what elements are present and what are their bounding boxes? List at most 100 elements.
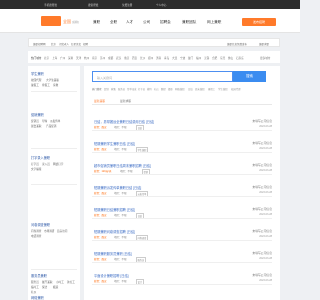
top-link-user-center[interactable]: 个人中心 — [156, 3, 166, 7]
city-link[interactable]: 长沙 — [140, 56, 145, 60]
category-link[interactable]: 大学生兼职 — [46, 78, 59, 82]
city-link[interactable]: 宁波 — [180, 56, 185, 60]
hot-tag[interactable]: 日结 — [188, 87, 193, 91]
tab-latest-seekers[interactable]: 最新求职 — [120, 99, 131, 103]
category-link[interactable]: 暑假工 — [31, 83, 39, 87]
category-link[interactable]: 录入员 — [42, 162, 50, 166]
category-link[interactable]: 电话调查 — [31, 234, 41, 238]
category-link[interactable]: 小时工 — [56, 280, 64, 284]
site-logo[interactable] — [41, 16, 61, 26]
city-link[interactable]: 郑州 — [148, 56, 153, 60]
nav-fulltime[interactable]: 全职 — [110, 20, 117, 25]
category-link[interactable]: 寒假工 — [42, 83, 50, 87]
notice-item[interactable]: 兼职信息免费发布 — [227, 42, 247, 46]
city-link[interactable]: 合肥 — [212, 56, 217, 60]
top-link-mobile[interactable]: 手机搜帮谁 — [44, 3, 57, 7]
nav-parttime[interactable]: 兼职 — [93, 20, 100, 25]
job-title-link[interactable]: 日结，男帮搬运全兼职日结费用日结 [日结] — [94, 119, 154, 124]
city-link[interactable]: 青岛 — [164, 56, 169, 60]
notice-item[interactable]: 北京 — [51, 42, 56, 46]
category-link[interactable]: 展会兼职 — [31, 124, 41, 128]
hot-tag[interactable]: 传单派发 — [127, 87, 137, 91]
category-link[interactable]: 导购 — [42, 119, 47, 123]
category-title[interactable]: 打字录入兼职 — [31, 155, 50, 160]
category-title[interactable]: 促销兼职 — [31, 112, 44, 117]
category-title[interactable]: 学生兼职 — [31, 71, 44, 76]
search-input[interactable]: 输入关键词 — [92, 71, 233, 82]
city-link[interactable]: 上海 — [52, 56, 57, 60]
notice-item[interactable]: 兼职求职 — [259, 42, 269, 46]
city-switch-link[interactable]: [切换] — [72, 20, 79, 24]
city-link[interactable]: 北京 — [44, 56, 49, 60]
more-cities-link[interactable]: 更多城市 — [260, 56, 270, 60]
nav-online[interactable]: 网上兼职 — [207, 20, 221, 25]
category-link[interactable]: 街头访问 — [57, 229, 67, 233]
top-link-search[interactable]: 搜索帮谁 — [88, 3, 98, 7]
job-title-link[interactable]: 短期兼职学生兼职日结 [日结] — [94, 141, 135, 146]
category-link[interactable]: 礼仪 — [31, 290, 36, 294]
city-link[interactable]: 东莞 — [220, 56, 225, 60]
notice-item[interactable]: 河北老人 — [59, 42, 69, 46]
category-link[interactable]: 派发传单 — [50, 119, 60, 123]
publish-job-button[interactable]: 发布招聘 — [242, 18, 276, 26]
city-link[interactable]: 武汉 — [116, 56, 121, 60]
category-link[interactable]: 打字员 — [31, 162, 39, 166]
category-link[interactable]: 搬运 — [53, 285, 58, 289]
city-link[interactable]: 天津 — [76, 56, 81, 60]
category-title[interactable]: 服务员兼职 — [31, 273, 47, 278]
hot-tag[interactable]: 周末兼职 — [195, 87, 205, 91]
city-link[interactable]: 大连 — [172, 56, 177, 60]
category-link[interactable]: 产品促销 — [46, 124, 56, 128]
category-link[interactable]: 问卷调查 — [31, 229, 41, 233]
hot-tag[interactable]: 暑假工 — [208, 87, 215, 91]
nav-job-fair[interactable]: 招聘会 — [160, 20, 171, 25]
hot-tag[interactable]: 打字员 — [138, 87, 145, 91]
job-title-link[interactable]: 短期兼职派发传单兼职日结 [日结] — [94, 185, 141, 190]
city-link[interactable]: 杭州 — [84, 56, 89, 60]
hot-tag[interactable]: 校园代理 — [231, 87, 241, 91]
city-link[interactable]: 重庆 — [124, 56, 129, 60]
hot-tag[interactable]: 模特 — [147, 87, 152, 91]
category-link[interactable]: 保洁 — [42, 285, 47, 289]
category-link[interactable]: 文字编辑 — [31, 167, 41, 171]
category-link[interactable]: 临时工 — [31, 285, 39, 289]
hot-tag[interactable]: 网络兼职 — [175, 87, 185, 91]
category-link[interactable]: 家教 — [53, 83, 58, 87]
job-title-link[interactable]: 超市促销员兼职日结周末兼职招聘 [日结] — [94, 163, 151, 168]
city-link[interactable]: 南京 — [92, 56, 97, 60]
job-title-link[interactable]: 短期兼职服务员兼职 [日结] — [94, 251, 132, 256]
category-link[interactable]: 市场调研 — [44, 229, 54, 233]
job-title-link[interactable]: 短期兼职日结兼职招聘 [日结] — [94, 207, 135, 212]
job-title-link[interactable]: 短期兼职问卷调查招聘 [日结] — [94, 229, 135, 234]
city-link[interactable]: 福州 — [196, 56, 201, 60]
nav-company[interactable]: 公司 — [143, 20, 150, 25]
category-link[interactable]: 钟点工 — [67, 280, 75, 284]
city-link[interactable]: 佛山 — [228, 56, 233, 60]
notice-item[interactable]: 红星美女 — [71, 42, 81, 46]
category-link[interactable]: 网络打字 — [53, 162, 63, 166]
city-link[interactable]: 苏州 — [100, 56, 105, 60]
category-link[interactable]: 餐厅兼职 — [42, 280, 52, 284]
category-link[interactable]: 促销员 — [31, 119, 39, 123]
search-button[interactable]: 搜索 — [233, 71, 266, 82]
tab-latest-jobs[interactable]: 最新兼职 — [94, 99, 105, 103]
nav-talent[interactable]: 人才 — [126, 20, 133, 25]
job-title-link[interactable]: 平面设计兼职招聘 [日结] — [94, 273, 129, 278]
hot-tag[interactable]: 礼仪 — [154, 87, 159, 91]
hot-tag[interactable]: 服务员 — [118, 87, 125, 91]
hot-tag[interactable]: 家教 — [111, 87, 116, 91]
category-link[interactable]: 服务员 — [31, 280, 39, 284]
city-link[interactable]: 深圳 — [68, 56, 73, 60]
hot-tag[interactable]: 促销 — [104, 87, 109, 91]
category-title[interactable]: 网络兼职 — [31, 295, 44, 300]
city-link[interactable]: 石家庄 — [236, 56, 244, 60]
notice-item[interactable]: 招聘 — [83, 42, 88, 46]
hot-tag[interactable]: 学生兼职 — [218, 87, 228, 91]
city-link[interactable]: 广州 — [60, 56, 65, 60]
hot-tag[interactable]: 翻译 — [161, 87, 166, 91]
city-link[interactable]: 西安 — [132, 56, 137, 60]
city-link[interactable]: 无锡 — [204, 56, 209, 60]
top-link-register[interactable]: 免费注册 — [122, 3, 132, 7]
city-link[interactable]: 厦门 — [188, 56, 193, 60]
hot-tag[interactable]: 摄影 — [168, 87, 173, 91]
